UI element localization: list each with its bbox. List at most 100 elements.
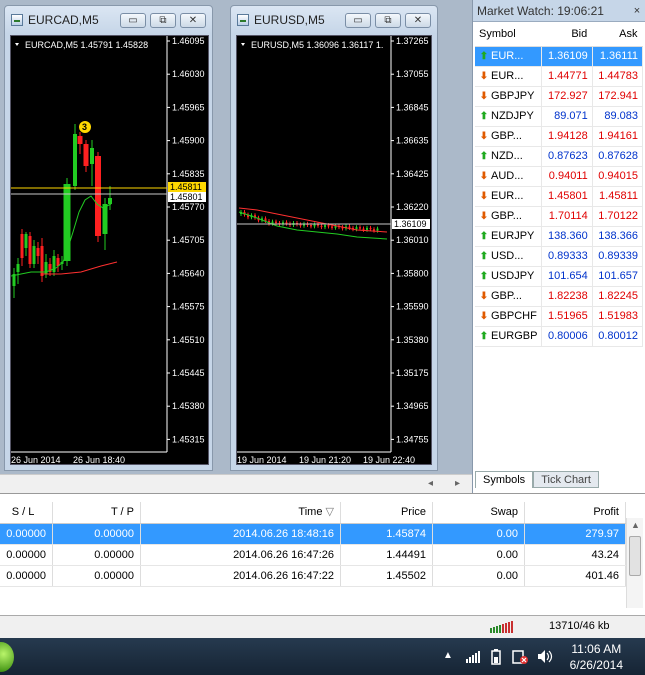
system-clock[interactable]: 11:06 AM 6/26/2014 — [570, 641, 623, 673]
column-bid[interactable]: Bid — [541, 22, 593, 47]
market-watch-row[interactable]: ⬆ EUR... 1.36109 1.36111 — [475, 46, 644, 67]
candle-body — [32, 246, 36, 264]
price-axis-label: 1.34755 — [396, 434, 429, 444]
market-watch-row[interactable]: ⬇ GBPCHF 1.51965 1.51983 — [475, 306, 644, 327]
market-watch-row[interactable]: ⬇ GBPJPY 172.927 172.941 — [475, 86, 644, 107]
chart-window-eurcad[interactable]: EURCAD,M5 ▭ ⧉ ✕ 1.46095 1.46030 1.45965 1.4… — [4, 5, 213, 471]
show-hidden-icons[interactable]: ▲ — [443, 650, 453, 661]
action-center-icon[interactable] — [512, 649, 528, 664]
candle-body — [373, 229, 375, 231]
windows-taskbar: ▲ 11:06 AM 6/26/2014 — [0, 638, 645, 675]
market-watch-row[interactable]: ⬆ EURJPY 138.360 138.366 — [475, 226, 644, 247]
restore-button[interactable]: ⧉ — [150, 13, 176, 28]
symbol-name: NZD... — [491, 150, 523, 162]
start-button[interactable] — [0, 642, 14, 672]
candle-body — [24, 234, 28, 248]
market-watch-row[interactable]: ⬆ USD... 0.89333 0.89339 — [475, 246, 644, 267]
column-swap[interactable]: Swap — [433, 502, 525, 523]
scroll-right-icon[interactable]: ▸ — [455, 478, 460, 489]
close-button[interactable]: ✕ — [180, 13, 206, 28]
clock-date: 6/26/2014 — [569, 658, 623, 672]
symbol-name: EURGBP — [491, 330, 538, 342]
bid-cell: 101.654 — [541, 266, 593, 287]
eurcad-chart[interactable]: 1.46095 1.46030 1.45965 1.45900 1.45835 1.457… — [10, 35, 209, 465]
price-axis-label: 1.45835 — [172, 169, 205, 179]
price-axis-label: 1.45575 — [172, 302, 205, 312]
minimize-button[interactable]: ▭ — [120, 13, 146, 28]
table-row[interactable]: 0.00000 0.00000 2014.06.26 18:48:16 1.45874… — [0, 524, 626, 545]
column-time[interactable]: Time ▽ — [141, 502, 341, 523]
market-watch-row[interactable]: ⬇ GBP... 1.82238 1.82245 — [475, 286, 644, 307]
column-profit[interactable]: Profit — [525, 502, 626, 523]
window-titlebar[interactable]: EURUSD,M5 — [237, 8, 325, 32]
workspace-hscrollbar[interactable]: ◂ ▸ — [0, 474, 472, 493]
moving-average-line — [238, 211, 388, 240]
symbol-name: USD... — [491, 250, 524, 262]
column-tp[interactable]: T / P — [53, 502, 141, 523]
column-price[interactable]: Price — [341, 502, 433, 523]
tab-tick-chart[interactable]: Tick Chart — [533, 471, 599, 488]
price-axis-label: 1.36425 — [396, 169, 429, 179]
tab-symbols[interactable]: Symbols — [475, 471, 534, 488]
scroll-left-icon[interactable]: ◂ — [428, 478, 433, 489]
price-axis-label: 1.36010 — [396, 235, 429, 245]
market-watch-row[interactable]: ⬇ EUR... 1.44771 1.44783 — [475, 66, 644, 87]
sl-cell: 0.00000 — [0, 566, 53, 586]
price-axis-label: 1.36845 — [396, 102, 429, 112]
volume-icon[interactable] — [537, 649, 553, 664]
table-row[interactable]: 0.00000 0.00000 2014.06.26 16:47:22 1.45502… — [0, 566, 626, 587]
market-watch-title: Market Watch: 19:06:21 — [477, 3, 604, 18]
symbol-cell: ⬇ AUD... — [475, 166, 543, 187]
arrow-up-icon: ⬆ — [479, 51, 489, 62]
column-symbol[interactable]: Symbol — [475, 22, 542, 47]
arrow-down-icon: ⬇ — [479, 211, 489, 222]
market-watch-row[interactable]: ⬆ NZD... 0.87623 0.87628 — [475, 146, 644, 167]
scrollbar-thumb[interactable] — [629, 536, 641, 576]
market-watch-row[interactable]: ⬆ USDJPY 101.654 101.657 — [475, 266, 644, 287]
ask-cell: 1.51983 — [592, 306, 644, 327]
price-cell: 1.45874 — [341, 524, 433, 544]
eurusd-chart-canvas[interactable]: 1.37265 1.37055 1.36845 1.36635 1.36425 1.362… — [237, 36, 431, 466]
price-axis-label: 1.45770 — [172, 202, 205, 212]
market-watch-row[interactable]: ⬇ GBP... 1.94128 1.94161 — [475, 126, 644, 147]
ask-cell: 1.44783 — [592, 66, 644, 87]
time-axis-label: 19 Jun 21:20 — [299, 455, 351, 465]
market-watch-row[interactable]: ⬇ GBP... 1.70114 1.70122 — [475, 206, 644, 227]
power-icon[interactable] — [489, 649, 503, 665]
candle-body — [102, 204, 108, 234]
close-button[interactable]: ✕ — [405, 13, 431, 28]
scroll-up-icon[interactable]: ▲ — [631, 520, 640, 530]
eurcad-chart-canvas[interactable]: 1.46095 1.46030 1.45965 1.45900 1.45835 1.457… — [11, 36, 208, 466]
close-icon[interactable]: × — [629, 5, 645, 17]
bid-cell: 1.70114 — [541, 206, 593, 227]
market-watch-row[interactable]: ⬆ NZDJPY 89.071 89.083 — [475, 106, 644, 127]
chart-window-eurusd[interactable]: EURUSD,M5 ▭ ⧉ ✕ 1.37265 1.37055 1.36845 1.3… — [230, 5, 438, 471]
terminal-vscrollbar[interactable]: ▲ — [626, 518, 643, 608]
network-icon[interactable] — [466, 651, 480, 663]
swap-cell: 0.00 — [433, 545, 525, 565]
column-ask[interactable]: Ask — [592, 22, 643, 47]
market-watch-row[interactable]: ⬇ EUR... 1.45801 1.45811 — [475, 186, 644, 207]
minimize-button[interactable]: ▭ — [345, 13, 371, 28]
chart-workspace: EURCAD,M5 ▭ ⧉ ✕ 1.46095 1.46030 1.45965 1.4… — [0, 0, 472, 493]
arrow-up-icon: ⬆ — [479, 251, 489, 262]
time-cell: 2014.06.26 16:47:22 — [141, 566, 341, 586]
candle-body — [28, 236, 32, 264]
arrow-up-icon: ⬆ — [479, 151, 489, 162]
eurusd-chart[interactable]: 1.37265 1.37055 1.36845 1.36635 1.36425 1.362… — [236, 35, 432, 465]
candle-body — [331, 226, 333, 228]
ask-cell: 0.94015 — [592, 166, 644, 187]
restore-button[interactable]: ⧉ — [375, 13, 401, 28]
window-title: EURUSD,M5 — [254, 13, 325, 27]
candle-body — [310, 225, 312, 227]
market-watch-row[interactable]: ⬆ EURGBP 0.80006 0.80012 — [475, 326, 644, 347]
bid-cell: 0.94011 — [541, 166, 593, 187]
ask-cell: 0.89339 — [592, 246, 644, 267]
price-axis-label: 1.35800 — [396, 268, 429, 278]
symbol-name: GBP... — [491, 210, 522, 222]
terminal-panel: S / L T / P Time ▽ Price Swap Profit 0.0… — [0, 493, 645, 615]
table-row[interactable]: 0.00000 0.00000 2014.06.26 16:47:26 1.44491… — [0, 545, 626, 566]
window-titlebar[interactable]: EURCAD,M5 — [11, 8, 99, 32]
column-sl[interactable]: S / L — [0, 502, 53, 523]
market-watch-row[interactable]: ⬇ AUD... 0.94011 0.94015 — [475, 166, 644, 187]
